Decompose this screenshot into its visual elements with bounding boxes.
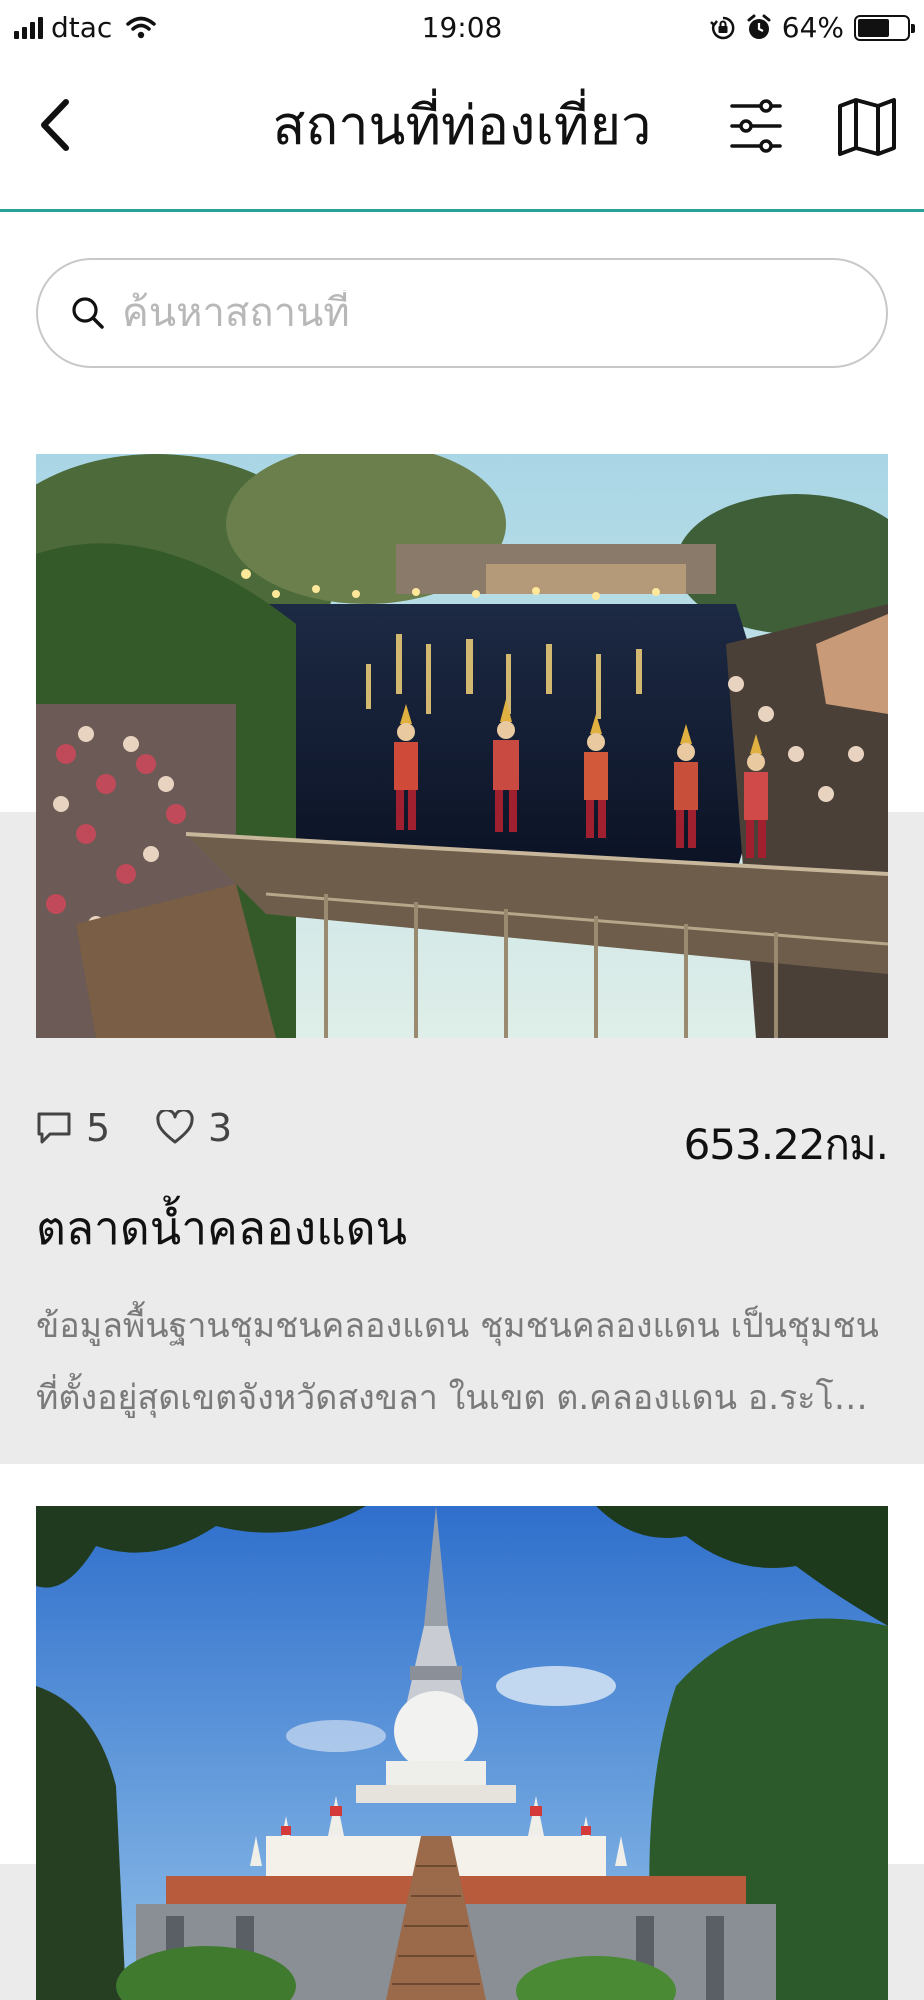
place-image[interactable]	[36, 1506, 888, 2000]
place-image[interactable]	[36, 454, 888, 1038]
status-bar: dtac 19:08 64%	[0, 0, 924, 56]
heart-icon	[156, 1110, 194, 1144]
search-icon	[72, 297, 104, 329]
search-input[interactable]	[122, 290, 822, 336]
distance-label: 653.22กม.	[683, 1120, 889, 1169]
orientation-lock-icon	[709, 16, 735, 40]
temple-photo	[36, 1506, 888, 2000]
sliders-icon[interactable]	[728, 96, 784, 156]
comment-icon	[37, 1112, 71, 1144]
battery-percent: 64%	[781, 11, 844, 44]
search-bar[interactable]	[36, 258, 888, 368]
page-title: สถานที่ท่องเที่ยว	[272, 94, 652, 157]
place-meta: 5 3 653.22กม.	[36, 1098, 889, 1169]
alarm-icon	[747, 14, 771, 39]
place-title[interactable]: ตลาดน้ำคลองแดน	[36, 1198, 888, 1258]
nav-bar: สถานที่ท่องเที่ยว	[0, 56, 924, 212]
floating-market-photo	[36, 454, 888, 1038]
comment-count-value: 5	[86, 1106, 111, 1150]
like-count[interactable]: 3	[156, 1106, 232, 1150]
place-description: ข้อมูลพื้นฐานชุมชนคลองแดน ชุมชนคลองแดน เ…	[36, 1306, 880, 1418]
like-count-value: 3	[208, 1106, 233, 1150]
map-icon[interactable]	[836, 96, 898, 158]
battery-icon	[854, 15, 915, 41]
comment-count[interactable]: 5	[36, 1106, 110, 1150]
